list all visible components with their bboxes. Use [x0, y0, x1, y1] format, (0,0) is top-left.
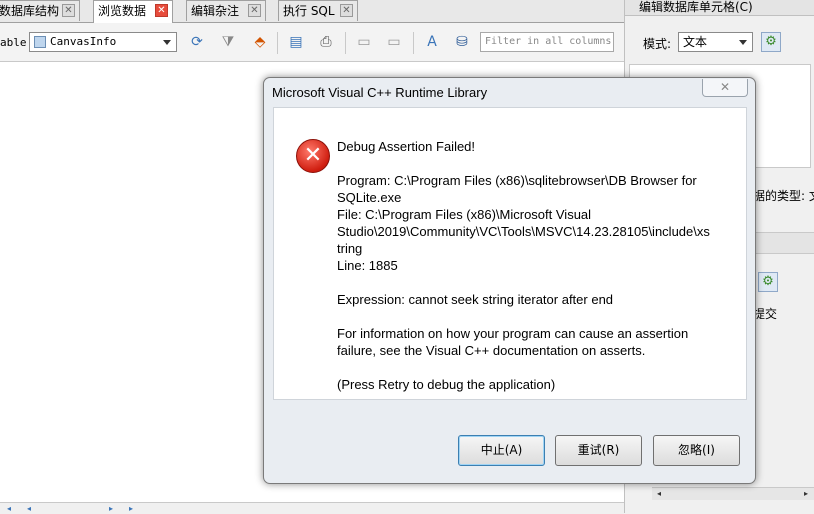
assertion-heading: Debug Assertion Failed! — [337, 139, 476, 154]
print-icon[interactable]: ⎙ — [316, 32, 336, 52]
auto-switch-mode-icon[interactable]: ⚙ — [761, 32, 781, 52]
dialog-message-area: ✕ Debug Assertion Failed! Program: C:\Pr… — [273, 107, 747, 400]
retry-hint: (Press Retry to debug the application) — [337, 377, 556, 392]
info-text: For information on how your program can … — [337, 326, 689, 358]
filter-input[interactable]: Filter in all columns — [480, 32, 614, 52]
commit-label: 提交 — [753, 307, 778, 321]
dialog-message: Debug Assertion Failed! Program: C:\Prog… — [337, 138, 737, 393]
close-button[interactable]: ✕ — [702, 79, 748, 97]
chevron-down-icon — [163, 40, 171, 45]
program-path: Program: C:\Program Files (x86)\sqlitebr… — [337, 173, 697, 205]
table-select[interactable]: CanvasInfo — [29, 32, 177, 52]
ignore-button[interactable]: 忽略(I) — [653, 435, 740, 466]
tab-label: 执行 SQL — [283, 4, 335, 18]
set-encoding-icon[interactable]: ⛁ — [452, 32, 472, 52]
tab-execute-sql[interactable]: 执行 SQL ✕ — [278, 0, 358, 21]
expression-text: Expression: cannot seek string iterator … — [337, 292, 614, 307]
record-navigation-bar: ◂ ◂ ▸ ▸ — [0, 502, 624, 514]
close-icon[interactable]: ✕ — [340, 4, 353, 17]
abort-button[interactable]: 中止(A) — [458, 435, 545, 466]
toolbar-separator — [277, 32, 278, 54]
apply-icon[interactable]: ⚙ — [758, 272, 778, 292]
close-icon[interactable]: ✕ — [155, 4, 168, 17]
tab-edit-pragmas[interactable]: 编辑杂注 ✕ — [186, 0, 266, 21]
runtime-error-dialog: Microsoft Visual C++ Runtime Library ✕ ✕… — [263, 77, 756, 484]
table-select-value: CanvasInfo — [50, 35, 117, 48]
refresh-icon[interactable]: ⟳ — [187, 32, 207, 52]
table-icon — [34, 36, 46, 48]
clear-sort-icon[interactable]: ⬘ — [250, 32, 270, 52]
toolbar-separator — [413, 32, 414, 54]
toolbar-separator — [345, 32, 346, 54]
tab-label: 数据库结构 — [0, 4, 60, 18]
dialog-title: Microsoft Visual C++ Runtime Library — [272, 85, 488, 100]
close-icon[interactable]: ✕ — [248, 4, 261, 17]
horizontal-scrollbar[interactable]: ◂ ▸ — [652, 487, 814, 500]
browse-toolbar: able: CanvasInfo ⟳ ⧩ ⬘ ▤ ⎙ ▭ ▭ A ⛁ Filte… — [0, 23, 624, 62]
retry-button[interactable]: 重试(R) — [555, 435, 642, 466]
tab-browse-data[interactable]: 浏览数据 ✕ — [93, 0, 173, 23]
error-icon: ✕ — [296, 139, 330, 173]
close-icon[interactable]: ✕ — [62, 4, 75, 17]
line-number: Line: 1885 — [337, 258, 398, 273]
dialog-button-row: 中止(A) 重试(R) 忽略(I) — [273, 400, 747, 474]
dock-title: 编辑数据库单元格(C) — [625, 0, 814, 16]
main-tab-bar: 数据库结构 ✕ 浏览数据 ✕ 编辑杂注 ✕ 执行 SQL ✕ — [0, 0, 624, 23]
data-type-label: 据的类型: 文 — [753, 189, 814, 203]
delete-record-icon[interactable]: ▭ — [384, 32, 404, 52]
filter-placeholder: Filter in all columns — [485, 36, 612, 47]
mode-select-value: 文本 — [683, 35, 708, 49]
tab-label: 编辑杂注 — [191, 4, 240, 18]
scroll-right-icon[interactable]: ▸ — [801, 489, 811, 499]
scroll-left-icon[interactable]: ◂ — [654, 489, 664, 499]
mode-select[interactable]: 文本 — [678, 32, 753, 52]
save-table-icon[interactable]: ▤ — [286, 32, 306, 52]
chevron-down-icon — [739, 40, 747, 45]
tab-database-structure[interactable]: 数据库结构 ✕ — [0, 0, 80, 21]
file-path: File: C:\Program Files (x86)\Microsoft V… — [337, 207, 710, 256]
tab-label: 浏览数据 — [98, 4, 147, 18]
insert-record-icon[interactable]: ▭ — [354, 32, 374, 52]
font-icon[interactable]: A — [422, 32, 442, 52]
clear-filters-icon[interactable]: ⧩ — [218, 32, 238, 52]
mode-label: 模式: — [643, 37, 672, 51]
